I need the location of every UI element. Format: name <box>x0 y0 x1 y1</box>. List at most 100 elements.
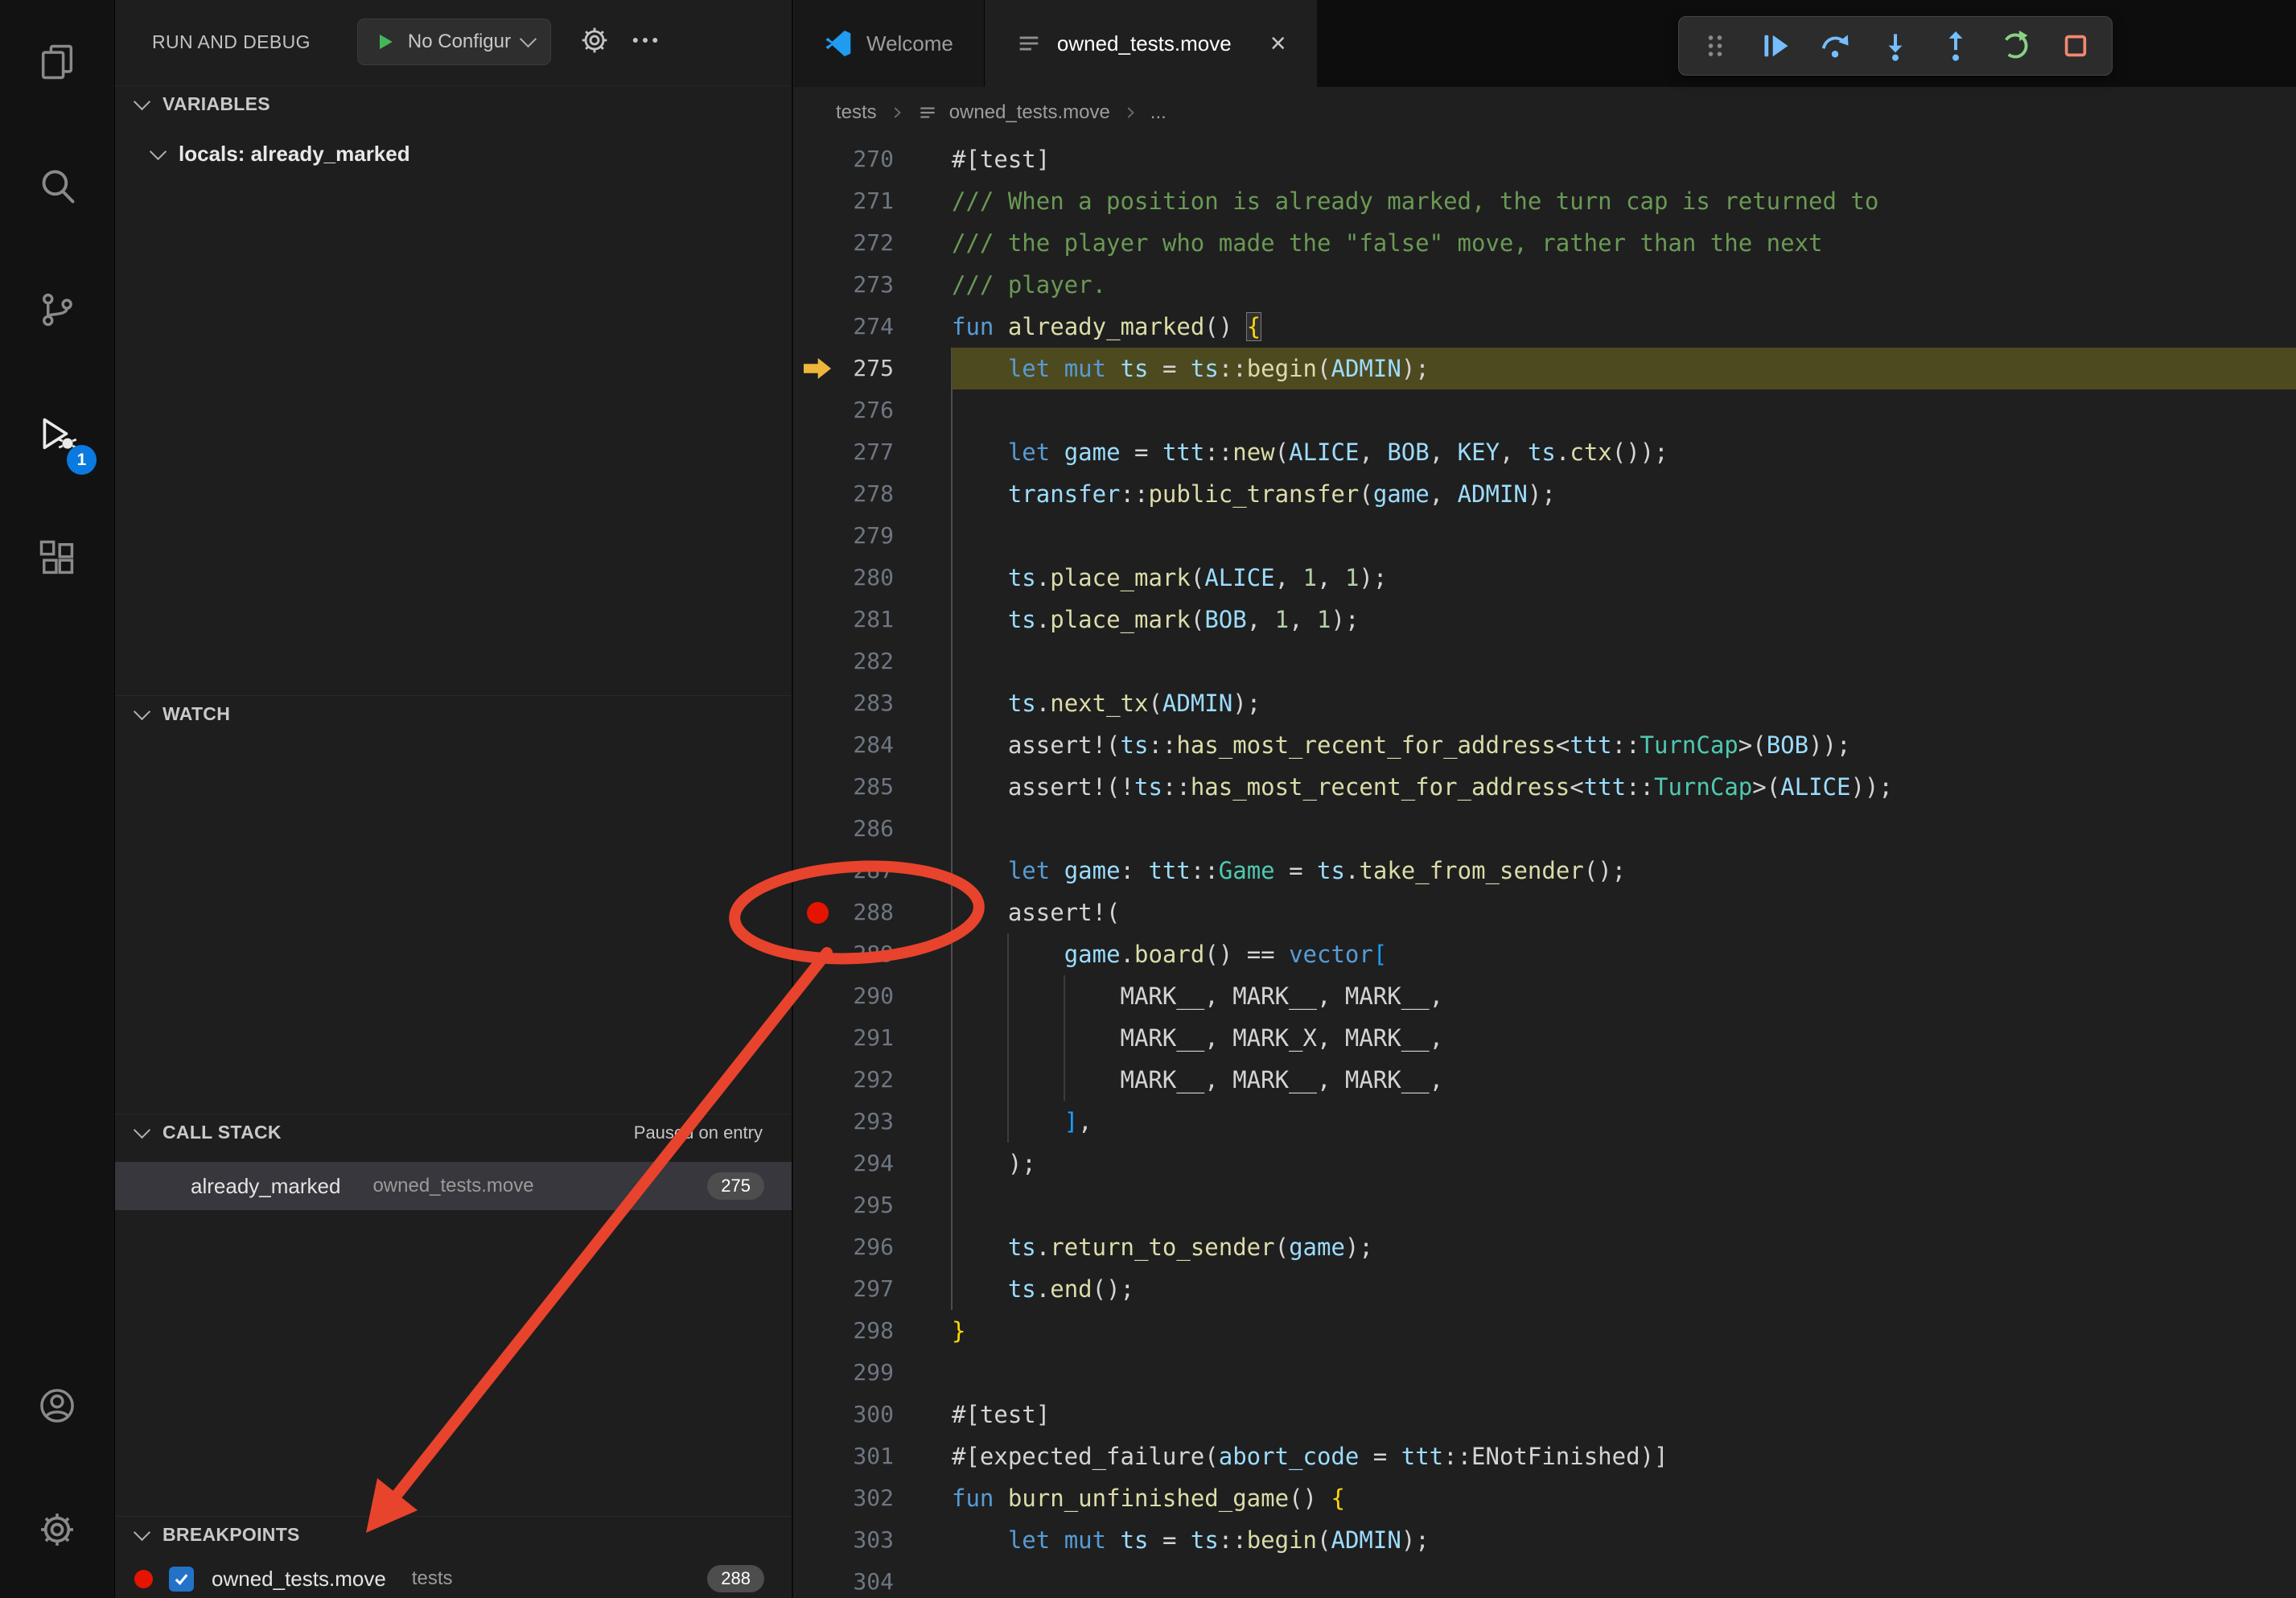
line-number[interactable]: 304 <box>841 1561 894 1598</box>
line-number[interactable]: 292 <box>841 1059 894 1101</box>
code-line-text[interactable] <box>952 1561 2296 1598</box>
watch-section-header[interactable]: WATCH <box>115 695 792 732</box>
code-line-text[interactable]: MARK__, MARK_X, MARK__, <box>952 1017 2296 1059</box>
code-line-text[interactable] <box>952 1352 2296 1394</box>
gutter-glyph-margin[interactable] <box>794 724 841 766</box>
gutter-glyph-margin[interactable] <box>794 1101 841 1143</box>
restart-button[interactable] <box>1989 20 2042 72</box>
code-line[interactable]: 292 MARK__, MARK__, MARK__, <box>794 1059 2296 1101</box>
line-number[interactable]: 290 <box>841 975 894 1017</box>
code-line-text[interactable]: /// player. <box>952 264 2296 306</box>
code-editor[interactable]: 270#[test]271/// When a position is alre… <box>794 138 2296 1598</box>
line-number[interactable]: 278 <box>841 473 894 515</box>
code-line-text[interactable]: assert!( <box>952 892 2296 933</box>
gutter-glyph-margin[interactable] <box>794 222 841 264</box>
activity-search[interactable] <box>0 124 114 248</box>
code-line[interactable]: 293 ], <box>794 1101 2296 1143</box>
code-line[interactable]: 301#[expected_failure(abort_code = ttt::… <box>794 1435 2296 1477</box>
code-line[interactable]: 282 <box>794 640 2296 682</box>
code-line-text[interactable]: fun burn_unfinished_game() { <box>952 1477 2296 1519</box>
stop-button[interactable] <box>2049 20 2102 72</box>
line-number[interactable]: 299 <box>841 1352 894 1394</box>
code-line[interactable]: 271/// When a position is already marked… <box>794 180 2296 222</box>
line-number[interactable]: 302 <box>841 1477 894 1519</box>
code-line[interactable]: 272/// the player who made the "false" m… <box>794 222 2296 264</box>
code-line-text[interactable]: ts.return_to_sender(game); <box>952 1226 2296 1268</box>
code-line[interactable]: 295 <box>794 1184 2296 1226</box>
code-line-text[interactable] <box>952 1184 2296 1226</box>
gutter-glyph-margin[interactable] <box>794 1268 841 1310</box>
code-line[interactable]: 285 assert!(!ts::has_most_recent_for_add… <box>794 766 2296 808</box>
code-line-text[interactable] <box>952 389 2296 431</box>
line-number[interactable]: 303 <box>841 1519 894 1561</box>
close-tab-icon[interactable]: × <box>1270 30 1286 57</box>
code-line[interactable]: 274fun already_marked() { <box>794 306 2296 348</box>
gutter-glyph-margin[interactable] <box>794 808 841 850</box>
code-line-text[interactable]: } <box>952 1310 2296 1352</box>
code-line[interactable]: 302 fun burn_unfinished_game() { <box>794 1477 2296 1519</box>
code-line-text[interactable]: let game = ttt::new(ALICE, BOB, KEY, ts.… <box>952 431 2296 473</box>
code-line[interactable]: 300 #[test] <box>794 1394 2296 1435</box>
code-line[interactable]: 281 ts.place_mark(BOB, 1, 1); <box>794 599 2296 640</box>
line-number[interactable]: 280 <box>841 557 894 599</box>
activity-manage[interactable] <box>0 1468 114 1592</box>
gutter-glyph-margin[interactable] <box>794 766 841 808</box>
line-number[interactable]: 273 <box>841 264 894 306</box>
gutter-glyph-margin[interactable] <box>794 1226 841 1268</box>
breadcrumb-item-file[interactable]: owned_tests.move <box>949 101 1110 124</box>
code-line-text[interactable]: #[test] <box>952 1394 2296 1435</box>
gutter-glyph-margin[interactable] <box>794 1184 841 1226</box>
gutter-glyph-margin[interactable] <box>794 431 841 473</box>
line-number[interactable]: 296 <box>841 1226 894 1268</box>
code-line-text[interactable]: /// When a position is already marked, t… <box>952 180 2296 222</box>
line-number[interactable]: 276 <box>841 389 894 431</box>
line-number[interactable]: 284 <box>841 724 894 766</box>
line-number[interactable]: 277 <box>841 431 894 473</box>
code-line-text[interactable]: let mut ts = ts::begin(ADMIN); <box>952 348 2296 389</box>
gutter-glyph-margin[interactable] <box>794 933 841 975</box>
call-stack-section-header[interactable]: CALL STACK Paused on entry <box>115 1114 792 1151</box>
gutter-glyph-margin[interactable] <box>794 389 841 431</box>
breakpoint-gutter[interactable] <box>794 892 841 933</box>
line-number[interactable]: 300 <box>841 1394 894 1435</box>
gutter-glyph-margin[interactable] <box>794 1519 841 1561</box>
activity-extensions[interactable] <box>0 496 114 620</box>
code-line-text[interactable] <box>952 515 2296 557</box>
gutter-glyph-margin[interactable] <box>794 1143 841 1184</box>
variables-scope-locals[interactable]: locals: already_marked <box>152 142 410 167</box>
more-actions-icon[interactable] <box>628 23 662 61</box>
line-number[interactable]: 288 <box>841 892 894 933</box>
line-number[interactable]: 287 <box>841 850 894 892</box>
activity-explorer[interactable] <box>0 0 114 124</box>
gutter-glyph-margin[interactable] <box>794 1059 841 1101</box>
code-line[interactable]: 288 assert!( <box>794 892 2296 933</box>
line-number[interactable]: 286 <box>841 808 894 850</box>
line-number[interactable]: 279 <box>841 515 894 557</box>
gutter-glyph-margin[interactable] <box>794 640 841 682</box>
breadcrumb-item-symbol[interactable]: ... <box>1150 101 1167 124</box>
gutter-glyph-margin[interactable] <box>794 1352 841 1394</box>
breadcrumb-item-tests[interactable]: tests <box>836 101 877 124</box>
tab-owned-tests-move[interactable]: owned_tests.move × <box>985 0 1317 87</box>
line-number[interactable]: 285 <box>841 766 894 808</box>
gutter-glyph-margin[interactable] <box>794 1561 841 1598</box>
debug-settings-gear-icon[interactable] <box>578 24 611 60</box>
code-line[interactable]: 280 ts.place_mark(ALICE, 1, 1); <box>794 557 2296 599</box>
code-line-text[interactable]: ts.place_mark(BOB, 1, 1); <box>952 599 2296 640</box>
gutter-glyph-margin[interactable] <box>794 473 841 515</box>
code-line-text[interactable]: ); <box>952 1143 2296 1184</box>
code-line-text[interactable]: ts.place_mark(ALICE, 1, 1); <box>952 557 2296 599</box>
code-line-text[interactable]: MARK__, MARK__, MARK__, <box>952 1059 2296 1101</box>
gutter-glyph-margin[interactable] <box>794 682 841 724</box>
gutter-glyph-margin[interactable] <box>794 975 841 1017</box>
gutter-glyph-margin[interactable] <box>794 515 841 557</box>
line-number[interactable]: 298 <box>841 1310 894 1352</box>
variables-section-header[interactable]: VARIABLES <box>115 85 792 122</box>
line-number[interactable]: 274 <box>841 306 894 348</box>
line-number[interactable]: 282 <box>841 640 894 682</box>
code-line[interactable]: 278 transfer::public_transfer(game, ADMI… <box>794 473 2296 515</box>
code-line[interactable]: 298} <box>794 1310 2296 1352</box>
activity-source-control[interactable] <box>0 248 114 372</box>
gutter-glyph-margin[interactable] <box>794 1435 841 1477</box>
line-number[interactable]: 291 <box>841 1017 894 1059</box>
